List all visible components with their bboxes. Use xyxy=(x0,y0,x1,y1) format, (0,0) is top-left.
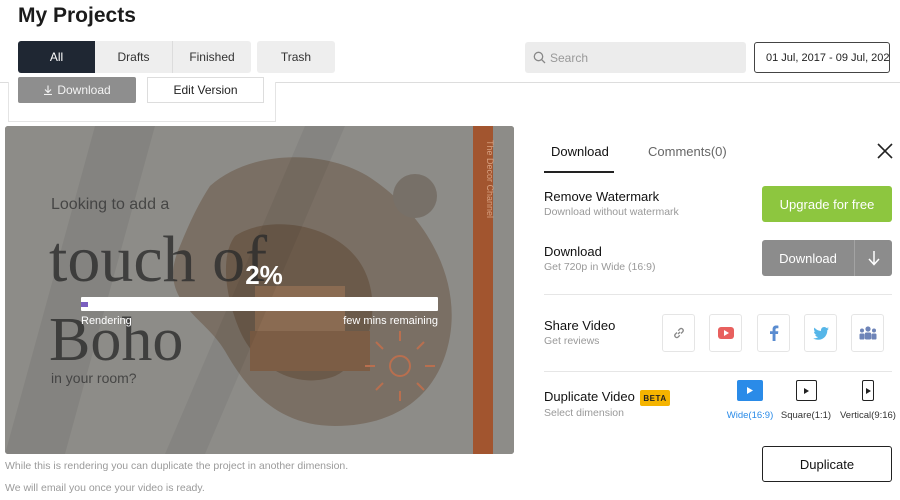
play-icon xyxy=(747,387,753,394)
share-twitter-button[interactable] xyxy=(804,314,837,352)
preview-side-text: The Decor Channel xyxy=(485,140,495,218)
dimension-option-vertical[interactable]: Vertical(9:16) xyxy=(838,380,898,421)
dimension-option-wide[interactable]: Wide(16:9) xyxy=(720,380,780,421)
tab-comments[interactable]: Comments(0) xyxy=(648,144,727,159)
tab-drafts[interactable]: Drafts xyxy=(95,41,173,73)
duplicate-subtitle: Select dimension xyxy=(544,407,624,419)
play-icon xyxy=(803,387,809,394)
date-range-text: 01 Jul, 2017 - 09 Jul, 2021 xyxy=(766,51,890,64)
search-input[interactable] xyxy=(550,50,730,65)
twitter-icon xyxy=(812,326,829,340)
preview-line1: Looking to add a xyxy=(51,196,169,213)
square-dimension-icon xyxy=(795,380,817,401)
render-remaining: few mins remaining xyxy=(343,315,438,327)
dimension-label-vertical: Vertical(9:16) xyxy=(840,410,896,421)
download-button[interactable]: Download xyxy=(762,240,892,276)
team-icon xyxy=(859,326,876,340)
duplicate-title: Duplicate Video xyxy=(544,389,635,404)
share-title: Share Video xyxy=(544,318,616,333)
share-facebook-button[interactable] xyxy=(757,314,790,352)
upgrade-button[interactable]: Upgrade for free xyxy=(762,186,892,222)
download-arrow-icon xyxy=(44,85,53,95)
play-icon xyxy=(865,387,871,394)
share-subtitle: Get reviews xyxy=(544,335,600,347)
beta-badge: BETA xyxy=(640,390,670,406)
facebook-icon xyxy=(769,325,778,341)
filter-tabs: All Drafts Finished Trash xyxy=(18,41,335,73)
preview-line4: in your room? xyxy=(51,370,137,386)
background-download-label: Download xyxy=(57,83,111,97)
footnote-email-hint: We will email you once your video is rea… xyxy=(5,482,205,494)
watermark-subtitle: Download without watermark xyxy=(544,206,679,218)
tab-download[interactable]: Download xyxy=(551,144,609,159)
search-box xyxy=(525,42,746,73)
search-icon xyxy=(533,51,546,64)
background-download-button[interactable]: Download xyxy=(18,77,136,103)
edit-version-button[interactable]: Edit Version xyxy=(147,77,264,103)
render-progress-fill xyxy=(81,302,89,307)
tab-trash[interactable]: Trash xyxy=(257,41,335,73)
youtube-icon xyxy=(717,327,734,339)
tab-all[interactable]: All xyxy=(18,41,95,73)
arrow-down-icon xyxy=(867,251,880,266)
watermark-title: Remove Watermark xyxy=(544,189,660,204)
divider-2 xyxy=(544,371,892,372)
dimension-label-square: Square(1:1) xyxy=(780,410,832,421)
divider-1 xyxy=(544,294,892,295)
duplicate-button[interactable]: Duplicate xyxy=(762,446,892,482)
footnote-duplicate-hint: While this is rendering you can duplicat… xyxy=(5,460,349,472)
render-progress-bar xyxy=(81,297,438,311)
dimension-option-square[interactable]: Square(1:1) xyxy=(776,380,836,421)
video-preview: Looking to add a touch of Boho in your r… xyxy=(5,126,514,454)
share-link-button[interactable] xyxy=(662,314,695,352)
download-button-label: Download xyxy=(779,250,837,266)
download-dropdown-arrow[interactable] xyxy=(854,240,892,276)
active-tab-underline xyxy=(544,171,614,173)
page-title: My Projects xyxy=(18,4,136,27)
share-team-button[interactable] xyxy=(851,314,884,352)
share-youtube-button[interactable] xyxy=(709,314,742,352)
render-status: Rendering xyxy=(81,315,132,327)
vertical-dimension-icon xyxy=(862,380,874,401)
download-title: Download xyxy=(544,244,602,259)
date-range-picker[interactable]: 01 Jul, 2017 - 09 Jul, 2021 xyxy=(754,42,890,73)
link-icon xyxy=(673,327,684,339)
dimension-label-wide: Wide(16:9) xyxy=(726,410,774,421)
close-icon[interactable] xyxy=(876,142,894,160)
render-percent: 2% xyxy=(245,260,283,290)
wide-dimension-icon xyxy=(737,380,763,401)
download-subtitle: Get 720p in Wide (16:9) xyxy=(544,261,656,273)
tab-finished[interactable]: Finished xyxy=(173,41,251,73)
